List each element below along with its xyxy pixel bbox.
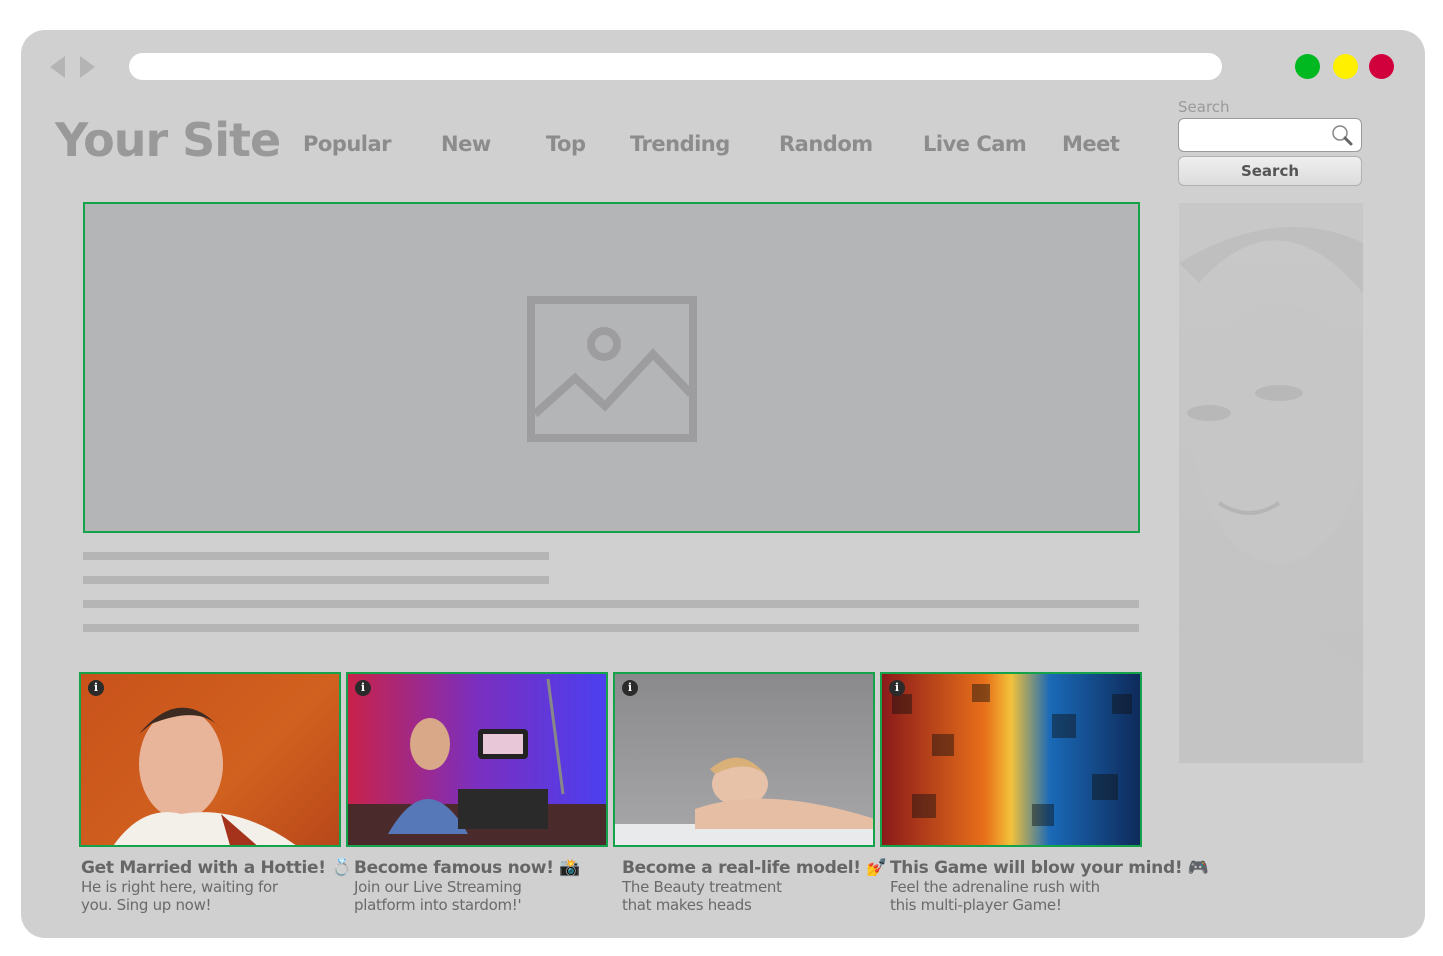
nail-polish-icon: 💅 <box>866 858 888 878</box>
card-title-1[interactable]: Get Married with a Hottie! 💍 <box>81 858 352 878</box>
sidebar-ad-image[interactable] <box>1179 203 1363 763</box>
text-placeholder-line <box>83 624 1139 632</box>
ad-card-1[interactable]: i <box>79 672 341 847</box>
search-button[interactable]: Search <box>1178 156 1362 186</box>
image-placeholder-icon <box>527 296 697 442</box>
card-title-text: Become famous now! <box>354 858 554 878</box>
magnifier-icon[interactable] <box>1331 124 1353 146</box>
search-label: Search <box>1178 98 1230 116</box>
text-placeholder-line <box>83 600 1139 608</box>
info-icon[interactable]: i <box>622 680 638 696</box>
card-desc-2: Join our Live Streaming platform into st… <box>354 878 522 914</box>
nav-trending[interactable]: Trending <box>630 132 730 156</box>
info-icon[interactable]: i <box>88 680 104 696</box>
back-arrow-icon[interactable] <box>50 56 65 78</box>
camera-icon: 📸 <box>559 858 581 878</box>
card-title-text: Become a real-life model! <box>622 858 861 878</box>
address-bar[interactable] <box>129 53 1222 80</box>
portrait-silhouette-icon <box>1179 227 1363 763</box>
text-placeholder-line <box>83 576 549 584</box>
streamer-photo <box>348 678 606 845</box>
nav-popular[interactable]: Popular <box>303 132 392 156</box>
card-title-4[interactable]: This Game will blow your mind! 🎮 <box>890 858 1209 878</box>
card-desc-4: Feel the adrenaline rush with this multi… <box>890 878 1100 914</box>
nav-new[interactable]: New <box>441 132 491 156</box>
card-desc-3: The Beauty treatment that makes heads <box>622 878 782 914</box>
ad-card-4[interactable]: i <box>880 672 1142 847</box>
nav-meet[interactable]: Meet <box>1062 132 1120 156</box>
card-desc-1: He is right here, waiting for you. Sing … <box>81 878 278 914</box>
search-input[interactable] <box>1178 118 1362 152</box>
close-dot[interactable] <box>1369 54 1394 79</box>
card-title-2[interactable]: Become famous now! 📸 <box>354 858 580 878</box>
info-icon[interactable]: i <box>355 680 371 696</box>
ad-card-2[interactable]: i <box>346 672 608 847</box>
hero-banner[interactable] <box>83 202 1140 533</box>
maximize-dot[interactable] <box>1295 54 1320 79</box>
gamepad-icon: 🎮 <box>1187 858 1209 878</box>
model-photo <box>615 757 873 845</box>
game-art-photo <box>892 684 1132 826</box>
text-placeholder-line <box>83 552 549 560</box>
site-logo[interactable]: Your Site <box>55 113 281 167</box>
card-title-text: This Game will blow your mind! <box>890 858 1183 878</box>
minimize-dot[interactable] <box>1333 54 1358 79</box>
ring-icon: 💍 <box>331 858 353 878</box>
card-title-text: Get Married with a Hottie! <box>81 858 326 878</box>
forward-arrow-icon[interactable] <box>80 56 95 78</box>
card-title-3[interactable]: Become a real-life model! 💅 <box>622 858 888 878</box>
nav-top[interactable]: Top <box>546 132 586 156</box>
nav-live-cam[interactable]: Live Cam <box>923 132 1027 156</box>
info-icon[interactable]: i <box>889 680 905 696</box>
nav-random[interactable]: Random <box>779 132 873 156</box>
man-photo <box>113 707 296 845</box>
ad-card-3[interactable]: i <box>613 672 875 847</box>
